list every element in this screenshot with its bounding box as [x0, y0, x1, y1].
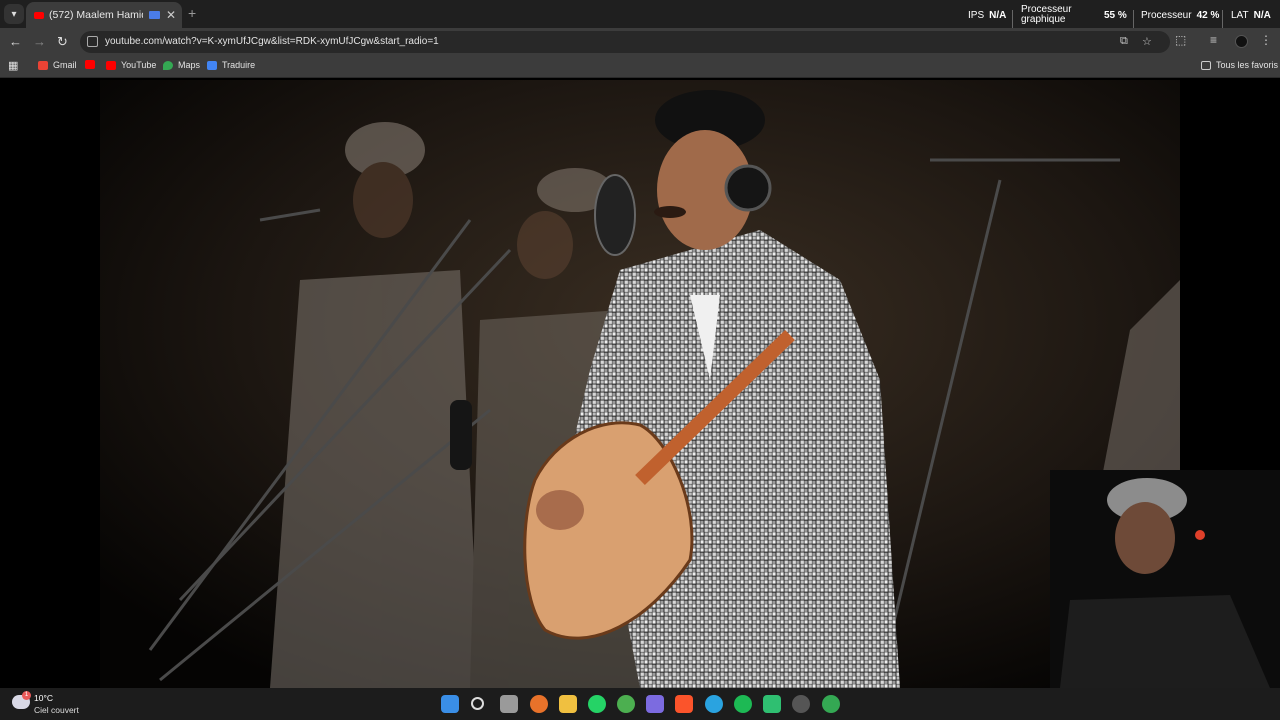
chrome-icon[interactable] — [617, 695, 635, 713]
streamer-webcam — [1050, 470, 1280, 688]
site-info-icon[interactable] — [87, 36, 98, 47]
chrome-profile-icon[interactable] — [822, 695, 840, 713]
ips-stat: IPS N/A — [968, 0, 1006, 30]
bookmarks-bar: ▦ Gmail YouTube Maps Traduire Tous les f… — [0, 56, 1280, 78]
apps-grid-icon[interactable]: ▦ — [8, 59, 18, 72]
discord-icon[interactable] — [646, 695, 664, 713]
bookmark-youtube-icon-only[interactable] — [85, 60, 100, 69]
app-icon-circle[interactable] — [792, 695, 810, 713]
media-control-icon[interactable]: ≡ — [1210, 33, 1217, 47]
tab-strip: ▾ (572) Maalem Hamid El Kas ✕ + — [0, 0, 1280, 28]
ips-value: N/A — [989, 9, 1007, 21]
extensions-icon[interactable]: ⬚ — [1175, 33, 1186, 47]
video-player[interactable] — [0, 80, 1280, 688]
tab-search-icon[interactable]: ▾ — [4, 4, 24, 24]
weather-badge: 1 — [22, 691, 31, 700]
bookmark-label: Maps — [178, 60, 201, 70]
app-icon-green-play[interactable] — [763, 695, 781, 713]
new-tab-button[interactable]: + — [188, 5, 196, 21]
overlay-divider — [1133, 10, 1134, 28]
folder-icon — [1201, 60, 1211, 70]
reload-icon[interactable]: ↻ — [57, 34, 68, 50]
menu-kebab-icon[interactable]: ⋮ — [1260, 33, 1272, 47]
video-frame — [100, 80, 1280, 688]
youtube-favicon-icon — [34, 11, 44, 19]
bookmark-gmail[interactable]: Gmail — [38, 60, 77, 70]
bookmark-maps[interactable]: Maps — [163, 60, 200, 70]
tab-close-icon[interactable]: ✕ — [166, 8, 176, 22]
all-bookmarks[interactable]: Tous les favoris — [1201, 60, 1278, 70]
tab-active[interactable]: (572) Maalem Hamid El Kas ✕ — [26, 2, 182, 28]
tab-title: (572) Maalem Hamid El Kas — [49, 9, 143, 21]
lat-label: LAT — [1231, 9, 1249, 21]
maps-icon — [163, 60, 173, 70]
ips-label: IPS — [968, 9, 985, 21]
whatsapp-icon[interactable] — [588, 695, 606, 713]
install-app-icon[interactable]: ⧉ — [1120, 35, 1128, 48]
weather-description[interactable]: Ciel couvert — [34, 705, 79, 715]
url-text: youtube.com/watch?v=K-xymUfJCgw&list=RDK… — [105, 36, 439, 47]
tab-media-icon[interactable] — [148, 11, 160, 19]
gmail-icon — [38, 60, 48, 70]
file-explorer-icon[interactable] — [559, 695, 577, 713]
overlay-divider — [1222, 10, 1223, 28]
gpu-value: 55 % — [1104, 0, 1127, 30]
all-bookmarks-label: Tous les favoris — [1216, 60, 1279, 70]
weather-temperature[interactable]: 10°C — [34, 693, 53, 703]
cpu-stat: Processeur 42 % — [1141, 0, 1219, 30]
start-windows-icon[interactable] — [441, 695, 459, 713]
spotify-icon[interactable] — [734, 695, 752, 713]
bookmark-label: Gmail — [53, 60, 77, 70]
gpu-value-text: 55 % — [1104, 9, 1127, 21]
profile-avatar[interactable] — [1235, 35, 1248, 48]
bookmark-star-icon[interactable]: ☆ — [1142, 35, 1152, 48]
youtube-icon — [106, 60, 116, 70]
brave-icon[interactable] — [675, 695, 693, 713]
lat-stat: LAT N/A — [1231, 0, 1271, 30]
search-icon[interactable] — [471, 697, 484, 710]
forward-icon[interactable]: → — [33, 34, 46, 49]
task-view-icon[interactable] — [500, 695, 518, 713]
translate-icon — [207, 60, 217, 70]
bookmark-youtube[interactable]: YouTube — [106, 60, 156, 70]
microphone — [450, 400, 472, 470]
taskbar — [0, 688, 1280, 720]
pop-filter — [594, 174, 636, 256]
lat-value: N/A — [1253, 9, 1271, 21]
gpu-label: Processeur graphique — [1021, 4, 1072, 25]
cpu-value: 42 % — [1196, 9, 1220, 21]
bookmark-label: Traduire — [222, 60, 256, 70]
bookmark-translate[interactable]: Traduire — [207, 60, 255, 70]
address-bar[interactable]: youtube.com/watch?v=K-xymUfJCgw&list=RDK… — [80, 31, 1170, 53]
cpu-label: Processeur — [1141, 9, 1192, 21]
telegram-icon[interactable] — [705, 695, 723, 713]
youtube-icon — [85, 60, 95, 69]
overlay-divider — [1012, 10, 1013, 28]
app-icon-orange[interactable] — [530, 695, 548, 713]
back-icon[interactable]: ← — [9, 34, 22, 49]
bookmark-label: YouTube — [121, 60, 157, 70]
